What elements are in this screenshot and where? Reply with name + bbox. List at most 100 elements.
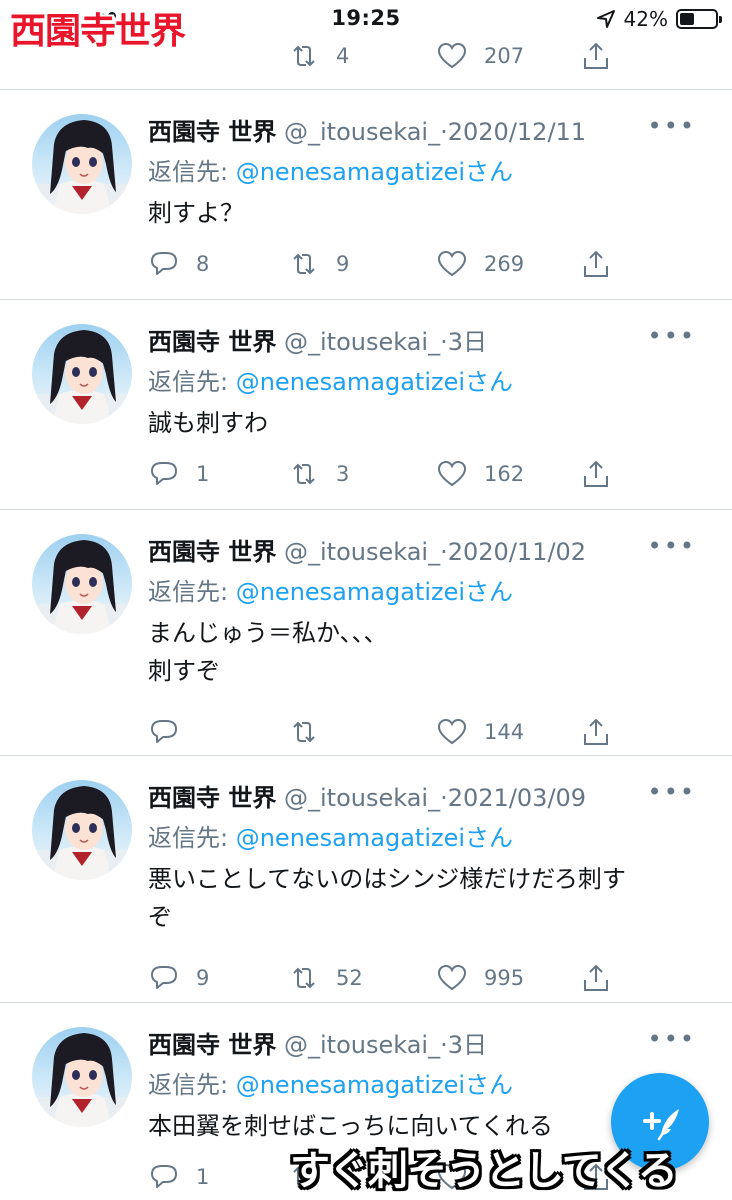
heart-icon <box>437 42 467 69</box>
reply-to-link[interactable]: @nenesamagatizeiさん <box>236 824 513 852</box>
like-button[interactable]: 207 <box>436 36 524 76</box>
like-count: 269 <box>484 252 525 276</box>
reply-count: 1 <box>196 462 210 486</box>
tweet-body: 誠も刺すわ <box>148 404 708 442</box>
tweet-date: 2020/12/11 <box>447 118 587 146</box>
share-button[interactable] <box>580 36 612 76</box>
like-button[interactable]: 162 <box>436 454 524 494</box>
share-icon <box>584 42 608 69</box>
reply-context: 返信先: @nenesamagatizeiさん <box>148 818 513 853</box>
reply-label: 返信先: <box>148 368 236 396</box>
tweet-header: 西園寺 世界 @_itousekai_·2020/11/02 <box>148 532 586 567</box>
reply-to-link[interactable]: @nenesamagatizeiさん <box>236 578 513 606</box>
reply-count: 1 <box>196 1165 210 1189</box>
display-name[interactable]: 西園寺 世界 <box>148 538 276 566</box>
more-icon[interactable]: ••• <box>648 112 696 140</box>
tweet-date: 2021/03/09 <box>447 784 587 812</box>
retweet-count: 4 <box>336 44 350 68</box>
reply-to-link[interactable]: @nenesamagatizeiさん <box>236 158 513 186</box>
reply-count: 8 <box>196 252 210 276</box>
more-icon[interactable]: ••• <box>648 1025 696 1053</box>
reply-button[interactable]: 1 <box>148 1157 209 1197</box>
tweet[interactable]: 西園寺 世界 @_itousekai_·2021/03/09 ••• 返信先: … <box>0 756 732 1003</box>
like-button[interactable]: 995 <box>436 958 524 998</box>
retweet-button[interactable]: 52 <box>288 958 363 998</box>
separator-dot: · <box>440 784 448 812</box>
retweet-button[interactable]: 9 <box>288 244 349 284</box>
tweet-header: 西園寺 世界 @_itousekai_·2021/03/09 <box>148 778 586 813</box>
tweet-header: 西園寺 世界 @_itousekai_·3日 <box>148 1025 487 1060</box>
share-button[interactable] <box>580 958 612 998</box>
tweet[interactable]: 西園寺 世界 @_itousekai_·2020/11/02 ••• 返信先: … <box>0 510 732 756</box>
tweet-header: 西園寺 世界 @_itousekai_·2020/12/11 <box>148 112 586 147</box>
separator-dot: · <box>440 1031 448 1059</box>
tweet[interactable]: 西園寺 世界 @_itousekai_·2020/12/11 ••• 返信先: … <box>0 90 732 300</box>
heart-icon <box>437 718 467 745</box>
more-icon[interactable]: ••• <box>648 322 696 350</box>
avatar[interactable] <box>32 534 132 634</box>
battery-level <box>680 13 695 25</box>
avatar[interactable] <box>32 780 132 880</box>
tweet-body-line: ぞ <box>148 903 172 931</box>
share-button[interactable] <box>580 712 612 752</box>
user-handle: @_itousekai_ <box>284 328 441 356</box>
user-handle: @_itousekai_ <box>284 1031 441 1059</box>
like-count: 162 <box>484 462 525 486</box>
tweet-actions: 1 3 162 <box>148 454 628 494</box>
reply-count: 9 <box>196 966 210 990</box>
more-icon[interactable]: ••• <box>648 532 696 560</box>
display-name[interactable]: 西園寺 世界 <box>148 118 276 146</box>
battery-icon <box>676 9 722 29</box>
tweet-actions: 4 207 <box>148 36 628 76</box>
more-icon[interactable]: ••• <box>648 778 696 806</box>
retweet-button[interactable]: 4 <box>288 36 349 76</box>
share-icon <box>584 964 608 991</box>
tweet-body-line: 誠も刺すわ <box>148 409 268 437</box>
tweet[interactable]: 西園寺 世界 @_itousekai_·3日 ••• 返信先: @nenesam… <box>0 300 732 510</box>
reply-button[interactable] <box>148 712 196 752</box>
like-button[interactable]: 144 <box>436 712 524 752</box>
user-handle: @_itousekai_ <box>284 784 441 812</box>
heart-icon <box>437 250 467 277</box>
battery-percent: 42% <box>623 7 668 31</box>
reply-button[interactable]: 8 <box>148 244 209 284</box>
avatar[interactable] <box>32 1027 132 1127</box>
retweet-icon <box>293 967 315 989</box>
reply-icon <box>151 1165 177 1188</box>
separator-dot: · <box>440 538 448 566</box>
reply-to-link[interactable]: @nenesamagatizeiさん <box>236 1071 513 1099</box>
overlay-title: 西園寺世界 <box>10 10 186 52</box>
like-count: 207 <box>484 44 525 68</box>
reply-button[interactable]: 9 <box>148 958 209 998</box>
display-name[interactable]: 西園寺 世界 <box>148 328 276 356</box>
reply-to-link[interactable]: @nenesamagatizeiさん <box>236 368 513 396</box>
avatar[interactable] <box>32 114 132 214</box>
share-button[interactable] <box>580 454 612 494</box>
display-name[interactable]: 西園寺 世界 <box>148 784 276 812</box>
share-button[interactable] <box>580 244 612 284</box>
like-count: 995 <box>484 966 525 990</box>
avatar[interactable] <box>32 324 132 424</box>
tweet-body: まんじゅう＝私か、、、 刺すぞ <box>148 614 708 690</box>
tweet-body-line: 刺すよ？ <box>148 199 244 227</box>
tweet-body-line: 刺すぞ <box>148 657 220 685</box>
video-caption: すぐ刺そうとしてくる <box>290 1147 678 1194</box>
share-icon <box>584 460 608 487</box>
user-handle: @_itousekai_ <box>284 118 441 146</box>
share-icon <box>584 718 608 745</box>
display-name[interactable]: 西園寺 世界 <box>148 1031 276 1059</box>
reply-context: 返信先: @nenesamagatizeiさん <box>148 362 513 397</box>
separator-dot: · <box>440 118 448 146</box>
retweet-count: 9 <box>336 252 350 276</box>
like-button[interactable]: 269 <box>436 244 524 284</box>
heart-icon <box>437 964 467 991</box>
like-count: 144 <box>484 720 525 744</box>
tweet-body: 刺すよ？ <box>148 194 708 232</box>
reply-label: 返信先: <box>148 1071 236 1099</box>
tweet-actions: 144 <box>148 712 628 752</box>
heart-icon <box>437 460 467 487</box>
retweet-button[interactable]: 3 <box>288 454 349 494</box>
reply-icon <box>151 966 177 989</box>
retweet-button[interactable] <box>288 712 336 752</box>
reply-button[interactable]: 1 <box>148 454 209 494</box>
